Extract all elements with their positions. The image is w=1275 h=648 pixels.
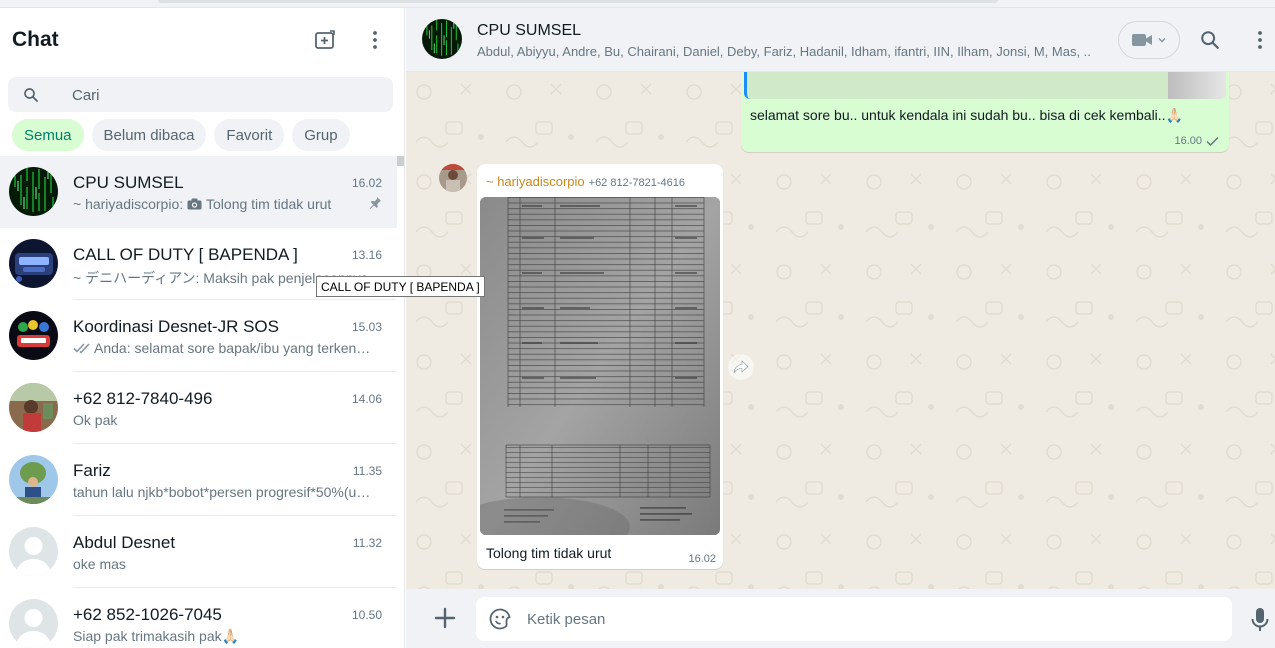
chat-time: 11.35: [352, 464, 382, 478]
message-caption: Tolong tim tidak urut: [486, 545, 612, 561]
chevron-down-icon: [1158, 38, 1166, 43]
chat-preview: ~ hariyadiscorpio: Tolong tim tidak urut: [73, 196, 373, 212]
window-drag-bar: [158, 0, 998, 3]
check-icon: [1206, 136, 1219, 146]
chat-preview: Ok pak: [73, 412, 118, 428]
conversation-header[interactable]: CPU SUMSEL Abdul, Abiyyu, Andre, Bu, Cha…: [406, 8, 1275, 72]
sidebar-header: Chat: [0, 8, 404, 72]
incoming-message[interactable]: ~ hariyadiscorpio +62 812-7821-4616 Tolo…: [477, 164, 723, 569]
filter-all[interactable]: Semua: [12, 119, 84, 151]
chat-item-fariz[interactable]: Fariz 11.35 tahun lalu njkb*bobot*persen…: [0, 444, 397, 516]
attach-button[interactable]: [430, 603, 460, 638]
chat-name: CPU SUMSEL: [73, 173, 184, 192]
filter-favorites[interactable]: Favorit: [214, 119, 285, 151]
search-icon: [1201, 31, 1219, 49]
chat-name: Abdul Desnet: [73, 533, 176, 552]
document-photo-image: [480, 197, 720, 535]
media-thumbnail: [1168, 72, 1226, 99]
avatar: [9, 455, 58, 504]
sidebar-menu-button[interactable]: [359, 24, 391, 56]
emoji-sticker-icon[interactable]: [488, 607, 512, 631]
pin-icon: [369, 197, 381, 209]
search-input[interactable]: [72, 84, 372, 106]
chat-time: 11.32: [352, 536, 382, 550]
filter-chips: Semua Belum dibaca Favorit Grup: [12, 119, 350, 151]
chat-name: +62 812-7840-496: [73, 389, 213, 408]
preview-sender: ~ hariyadiscorpio:: [73, 196, 188, 212]
filter-groups[interactable]: Grup: [292, 119, 350, 151]
message-input[interactable]: [527, 608, 1207, 630]
sidebar-title: Chat: [12, 28, 59, 51]
sidebar: Chat Semua Belum dibaca Favorit Grup CPU…: [0, 8, 405, 648]
menu-dots-icon: [373, 31, 377, 49]
chat-name: Koordinasi Desnet-JR SOS: [73, 317, 279, 336]
message-time: 16.00: [1174, 135, 1202, 147]
filter-unread[interactable]: Belum dibaca: [91, 119, 207, 151]
search-messages-button[interactable]: [1194, 24, 1226, 56]
chat-item-contact-7045[interactable]: +62 852-1026-7045 10.50 Siap pak trimaka…: [0, 588, 397, 648]
message-composer: [406, 589, 1275, 648]
browser-top-strip: [0, 0, 1275, 8]
quoted-media[interactable]: [744, 72, 1226, 99]
default-avatar-icon: [9, 527, 58, 576]
chat-list-scrollbar[interactable]: [397, 156, 404, 166]
preview-text: Tolong tim tidak urut: [206, 196, 332, 212]
video-call-button[interactable]: [1118, 21, 1180, 59]
chat-time: 15.03: [351, 320, 382, 334]
menu-dots-icon: [1258, 31, 1262, 49]
plus-icon: [434, 607, 456, 629]
chat-preview: tahun lalu njkb*bobot*persen progresif*5…: [73, 484, 373, 500]
new-chat-icon: [315, 30, 335, 49]
message-meta: 16.00: [1174, 135, 1219, 147]
chat-item-abdul-desnet[interactable]: Abdul Desnet 11.32 oke mas: [0, 516, 397, 588]
chat-list: CPU SUMSEL 16.02 ~ hariyadiscorpio: Tolo…: [0, 156, 397, 648]
message-time: 16.02: [688, 553, 716, 565]
message-area[interactable]: selamat sore bu.. untuk kendala ini suda…: [406, 72, 1275, 589]
new-chat-button[interactable]: [309, 24, 341, 56]
video-camera-icon: [1132, 34, 1152, 46]
search-bar: [8, 77, 393, 112]
microphone-icon: [1251, 608, 1269, 631]
voice-message-button[interactable]: [1250, 607, 1270, 638]
forward-button[interactable]: [728, 354, 754, 380]
chat-name: Fariz: [73, 461, 111, 480]
double-check-icon: [73, 343, 90, 354]
conversation-menu-button[interactable]: [1244, 24, 1275, 56]
chat-name: +62 852-1026-7045: [73, 605, 222, 624]
group-members: Abdul, Abiyyu, Andre, Bu, Chairani, Dani…: [477, 44, 1092, 59]
chat-time: 13.16: [351, 248, 382, 262]
group-avatar[interactable]: [422, 19, 462, 59]
chat-item-koordinasi-desnet[interactable]: Koordinasi Desnet-JR SOS 15.03 Anda: sel…: [0, 300, 397, 372]
search-icon: [24, 88, 38, 102]
outgoing-message[interactable]: selamat sore bu.. untuk kendala ini suda…: [741, 72, 1229, 152]
sender-phone: +62 812-7821-4616: [588, 177, 685, 189]
chat-time: 16.02: [351, 176, 382, 190]
preview-text: Anda: selamat sore bapak/ibu yang terken…: [94, 340, 373, 356]
conversation-pane: CPU SUMSEL Abdul, Abiyyu, Andre, Bu, Cha…: [406, 8, 1275, 648]
default-avatar-icon: [9, 599, 58, 648]
chat-preview: Siap pak trimakasih pak🙏🏻: [73, 628, 240, 644]
chat-time: 10.50: [351, 608, 382, 622]
chat-item-cpu-sumsel[interactable]: CPU SUMSEL 16.02 ~ hariyadiscorpio: Tolo…: [0, 156, 397, 228]
avatar: [9, 311, 58, 360]
chat-time: 14.06: [351, 392, 382, 406]
avatar: [9, 383, 58, 432]
avatar: [9, 167, 58, 216]
compose-box: [476, 597, 1232, 641]
message-text: selamat sore bu.. untuk kendala ini suda…: [750, 107, 1184, 123]
message-sender[interactable]: ~ hariyadiscorpio +62 812-7821-4616: [486, 174, 685, 189]
chat-item-contact-7840[interactable]: +62 812-7840-496 14.06 Ok pak: [0, 372, 397, 444]
forward-icon: [733, 360, 749, 374]
chat-name-tooltip: CALL OF DUTY [ BAPENDA ]: [316, 276, 485, 297]
avatar: [9, 239, 58, 288]
chat-name: CALL OF DUTY [ BAPENDA ]: [73, 245, 298, 264]
sender-avatar[interactable]: [439, 164, 467, 192]
chat-preview: oke mas: [73, 556, 126, 572]
conversation-title: CPU SUMSEL: [477, 22, 582, 39]
chat-preview: Anda: selamat sore bapak/ibu yang terken…: [73, 340, 373, 356]
sender-name: ~ hariyadiscorpio: [486, 174, 585, 189]
camera-icon: [187, 198, 202, 210]
message-photo[interactable]: [480, 197, 720, 535]
